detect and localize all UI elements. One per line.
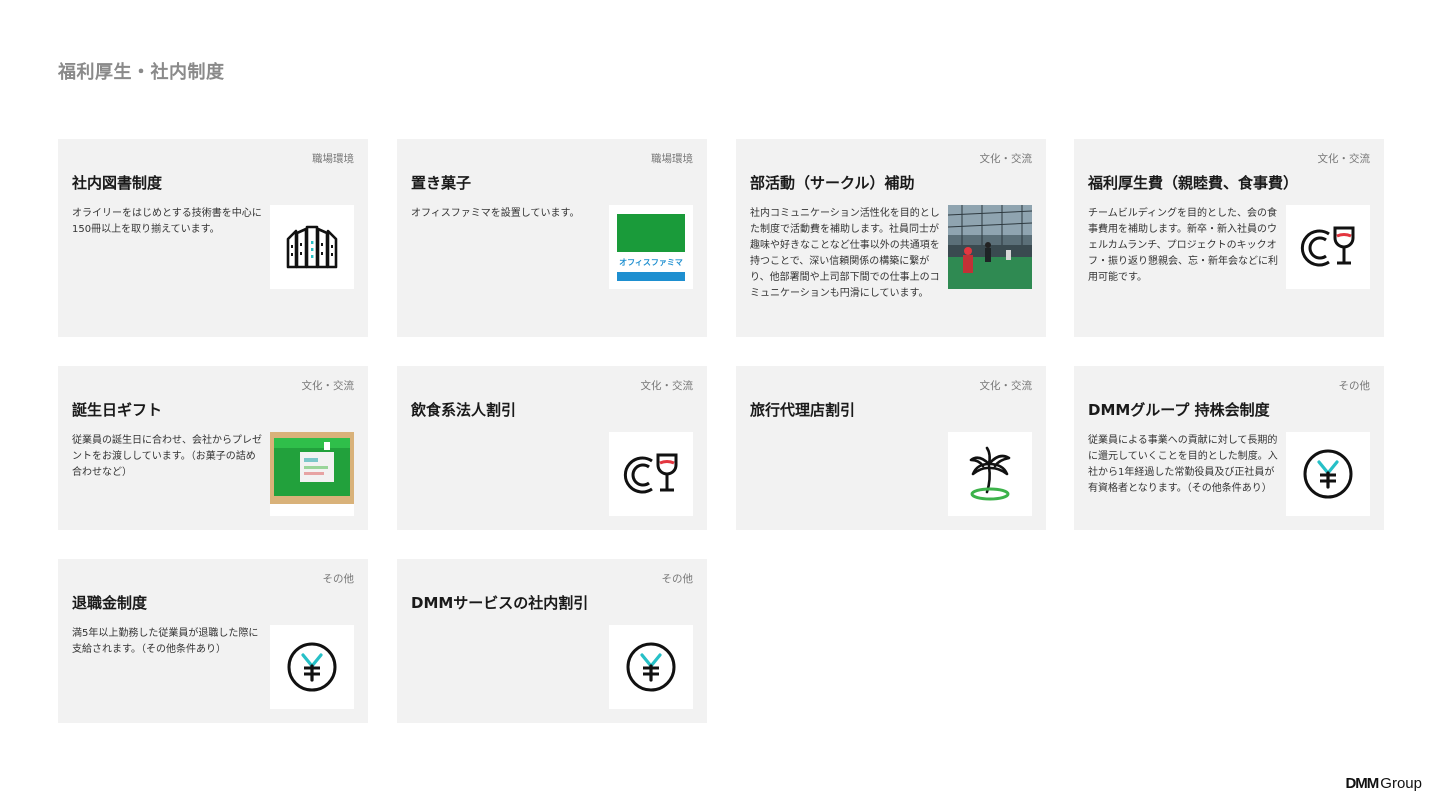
card-snacks[interactable]: 職場環境 置き菓子 オフィスファミマを設置しています。 オフィスファミマ xyxy=(397,139,707,337)
logo-text: オフィスファミマ xyxy=(619,257,683,267)
category-label: その他 xyxy=(322,573,355,585)
card-title: DMMサービスの社内割引 xyxy=(411,594,589,612)
card-title: 置き菓子 xyxy=(411,174,472,192)
card-travel-discount[interactable]: 文化・交流 旅行代理店割引 xyxy=(736,366,1046,530)
card-description: 従業員の誕生日に合わせ、会社からプレゼントをお渡ししています。（お菓子の詰め合わ… xyxy=(72,435,262,478)
category-label: その他 xyxy=(661,573,694,585)
category-label: 文化・交流 xyxy=(979,153,1033,165)
category-label: 文化・交流 xyxy=(1317,153,1371,165)
card-title: 誕生日ギフト xyxy=(72,401,163,419)
category-label: 職場環境 xyxy=(312,153,354,165)
bookshelf-icon xyxy=(270,205,354,289)
card-description: オフィスファミマを設置しています。 xyxy=(411,208,580,219)
card-title: 社内図書制度 xyxy=(72,174,163,192)
brand-suffix: Group xyxy=(1380,775,1422,792)
card-birthday[interactable]: 文化・交流 誕生日ギフト 従業員の誕生日に合わせ、会社からプレゼントをお渡しして… xyxy=(58,366,368,530)
gift-box-photo xyxy=(270,432,354,516)
card-welfare-expense[interactable]: 文化・交流 福利厚生費（親睦費、食事費） チームビルディングを目的とした、会の食… xyxy=(1074,139,1384,337)
card-description: 従業員による事業への貢献に対して長期的に還元していくことを目的とした制度。入社か… xyxy=(1088,435,1278,494)
card-stock-ownership[interactable]: その他 DMMグループ 持株会制度 従業員による事業への貢献に対して長期的に還元… xyxy=(1074,366,1384,530)
card-title: 部活動（サークル）補助 xyxy=(750,174,915,192)
category-label: 文化・交流 xyxy=(301,380,355,392)
brand-mark: DMM xyxy=(1345,775,1379,792)
yen-icon xyxy=(270,625,354,709)
yen-icon xyxy=(609,625,693,709)
card-title: 福利厚生費（親睦費、食事費） xyxy=(1088,174,1299,192)
card-library[interactable]: 職場環境 社内図書制度 オライリーをはじめとする技術書を中心に150冊以上を取り… xyxy=(58,139,368,337)
card-description: 社内コミュニケーション活性化を目的とした制度で活動費を補助します。社員同士が趣味… xyxy=(750,208,940,299)
dmm-group-logo: DMM Group xyxy=(1345,775,1422,792)
office-famima-logo: オフィスファミマ xyxy=(609,205,693,289)
card-description: チームビルディングを目的とした、会の食事費用を補助します。新卒・新入社員のウェル… xyxy=(1088,208,1278,283)
category-label: その他 xyxy=(1338,380,1371,392)
card-description: オライリーをはじめとする技術書を中心に150冊以上を取り揃えています。 xyxy=(72,208,262,235)
card-club[interactable]: 文化・交流 部活動（サークル）補助 社内コミュニケーション活性化を目的とした制度… xyxy=(736,139,1046,337)
card-dmm-service-discount[interactable]: その他 DMMサービスの社内割引 xyxy=(397,559,707,723)
card-title: DMMグループ 持株会制度 xyxy=(1088,401,1270,419)
category-label: 文化・交流 xyxy=(640,380,694,392)
page-title: 福利厚生・社内制度 xyxy=(58,62,225,83)
card-title: 旅行代理店割引 xyxy=(750,401,856,419)
card-retirement[interactable]: その他 退職金制度 満5年以上勤務した従業員が退職した際に支給されます。（その他… xyxy=(58,559,368,723)
yen-icon xyxy=(1286,432,1370,516)
dining-icon xyxy=(1286,205,1370,289)
category-label: 職場環境 xyxy=(651,153,693,165)
card-description: 満5年以上勤務した従業員が退職した際に支給されます。（その他条件あり） xyxy=(72,628,259,655)
club-activity-photo xyxy=(948,205,1032,289)
dining-icon xyxy=(609,432,693,516)
card-title: 退職金制度 xyxy=(72,594,148,612)
card-dining-discount[interactable]: 文化・交流 飲食系法人割引 xyxy=(397,366,707,530)
category-label: 文化・交流 xyxy=(979,380,1033,392)
palm-tree-icon xyxy=(948,432,1032,516)
card-title: 飲食系法人割引 xyxy=(411,401,517,419)
